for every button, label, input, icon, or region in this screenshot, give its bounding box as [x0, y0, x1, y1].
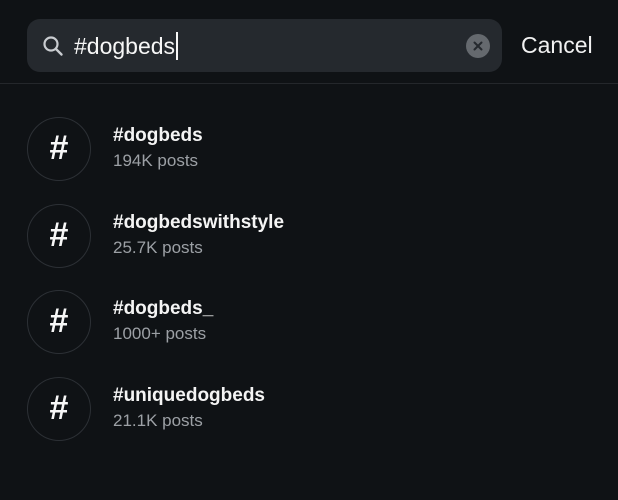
- hashtag-glyph: #: [49, 388, 69, 427]
- hashtag-results-list: # #dogbeds 194K posts # #dogbedswithstyl…: [0, 106, 618, 452]
- cancel-button[interactable]: Cancel: [521, 29, 593, 61]
- hashtag-icon: #: [27, 203, 91, 268]
- hashtag-icon: #: [27, 117, 91, 181]
- hashtag-icon: #: [27, 290, 91, 354]
- hashtag-result-uniquedogbeds[interactable]: # #uniquedogbeds 21.1K posts: [0, 366, 618, 453]
- hashtag-glyph: #: [49, 129, 69, 167]
- search-icon: [42, 35, 64, 57]
- hashtag-result-dogbedswithstyle[interactable]: # #dogbedswithstyle 25.7K posts: [0, 193, 618, 280]
- hashtag-result-dogbeds-underscore[interactable]: # #dogbeds_ 1000+ posts: [0, 279, 618, 366]
- hashtag-name: #dogbeds: [113, 125, 203, 146]
- hashtag-name: #dogbeds_: [113, 298, 214, 319]
- hashtag-post-count: 194K posts: [113, 151, 199, 170]
- search-query-text: #dogbeds: [74, 33, 176, 59]
- hashtag-post-count: 21.1K posts: [113, 410, 203, 430]
- hashtag-post-count: 25.7K posts: [113, 237, 203, 257]
- hashtag-glyph: #: [49, 302, 69, 340]
- clear-icon: [473, 41, 483, 51]
- hashtag-search-screen: #dogbeds Cancel # #dogbeds 194K posts # …: [0, 0, 618, 500]
- clear-search-button[interactable]: [466, 34, 490, 58]
- hashtag-result-dogbeds[interactable]: # #dogbeds 194K posts: [0, 106, 618, 193]
- hashtag-name: #uniquedogbeds: [113, 384, 265, 406]
- hashtag-name: #dogbedswithstyle: [113, 211, 285, 233]
- search-field[interactable]: #dogbeds: [27, 19, 502, 72]
- hashtag-glyph: #: [49, 215, 69, 254]
- search-header: #dogbeds Cancel: [0, 0, 618, 84]
- hashtag-post-count: 1000+ posts: [113, 324, 207, 343]
- hashtag-icon: #: [27, 376, 91, 441]
- text-cursor: [176, 32, 179, 60]
- search-input[interactable]: #dogbeds: [74, 31, 179, 61]
